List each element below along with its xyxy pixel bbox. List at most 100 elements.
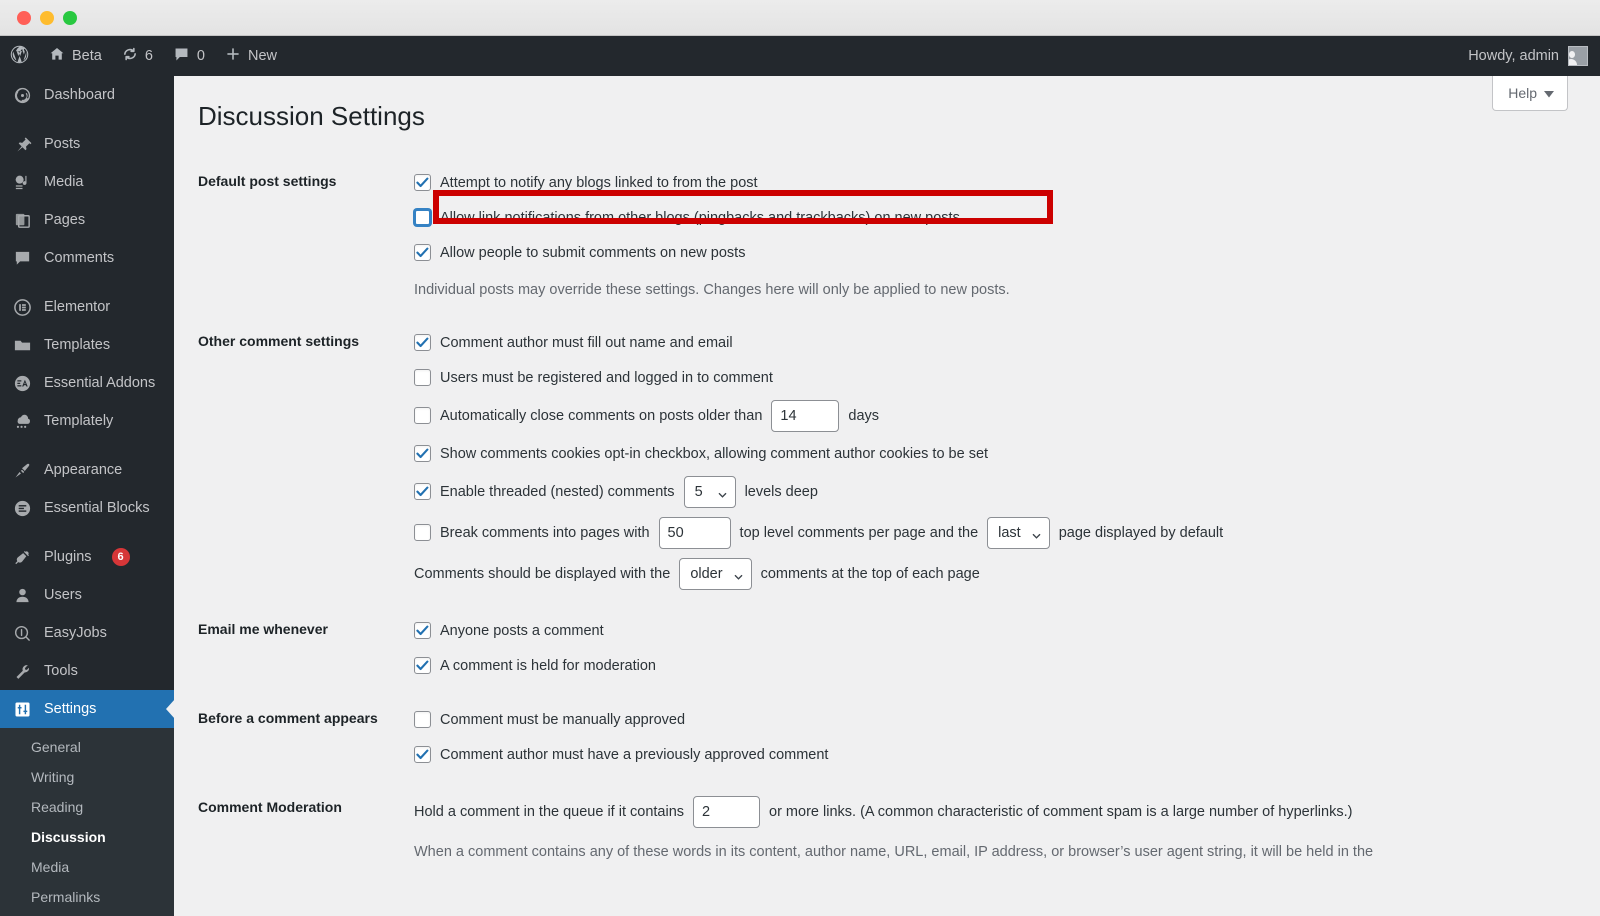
main-content-area: Help Discussion Settings Default post se… bbox=[174, 76, 1600, 916]
require-registration-checkbox[interactable] bbox=[414, 369, 431, 387]
my-account-menu[interactable]: Howdy, admin bbox=[1468, 36, 1600, 76]
default-pingback-checkbox[interactable] bbox=[414, 174, 431, 192]
updates-icon bbox=[122, 46, 138, 66]
option-email-new-comment[interactable]: Anyone posts a comment bbox=[414, 618, 1590, 644]
sidebar-subitem-writing[interactable]: Writing bbox=[0, 762, 174, 792]
sidebar-item-label: Templates bbox=[44, 337, 111, 353]
sidebar-item-pages[interactable]: Pages bbox=[0, 201, 174, 239]
sidebar-item-essential-blocks[interactable]: Essential Blocks bbox=[0, 489, 174, 527]
option-email-moderation[interactable]: A comment is held for moderation bbox=[414, 653, 1590, 679]
comment-order-select[interactable]: older bbox=[679, 557, 752, 590]
sidebar-subitem-general[interactable]: General bbox=[0, 732, 174, 762]
comment-order-suffix-label: comments at the top of each page bbox=[760, 565, 980, 582]
window-zoom-button[interactable] bbox=[63, 10, 77, 25]
row-default-post-settings: Default post settings Attempt to notify … bbox=[174, 156, 1600, 316]
comment-order-value: older bbox=[690, 565, 723, 582]
threaded-comments-checkbox[interactable] bbox=[414, 483, 431, 501]
previously-approved-checkbox[interactable] bbox=[414, 746, 431, 764]
close-comments-checkbox[interactable] bbox=[414, 407, 431, 425]
email-new-comment-checkbox[interactable] bbox=[414, 622, 431, 640]
sidebar-item-tools[interactable]: Tools bbox=[0, 652, 174, 690]
sidebar-item-label: Users bbox=[44, 587, 82, 603]
sidebar-item-label: Elementor bbox=[44, 299, 111, 315]
sidebar-subitem-media[interactable]: Media bbox=[0, 852, 174, 882]
option-threaded-comments[interactable]: Enable threaded (nested) comments 5 leve… bbox=[414, 475, 1590, 508]
updates-count: 6 bbox=[144, 48, 153, 64]
option-close-comments[interactable]: Automatically close comments on posts ol… bbox=[414, 399, 1590, 432]
sidebar-item-users[interactable]: Users bbox=[0, 576, 174, 614]
sidebar-item-elementor[interactable]: Elementor bbox=[0, 288, 174, 326]
window-minimize-button[interactable] bbox=[40, 10, 54, 25]
option-page-comments[interactable]: Break comments into pages with top level… bbox=[414, 516, 1590, 549]
option-label: Anyone posts a comment bbox=[440, 622, 604, 639]
section-heading-before-appears: Before a comment appears bbox=[198, 709, 378, 726]
sidebar-subitem-permalinks[interactable]: Permalinks bbox=[0, 882, 174, 912]
require-name-email-checkbox[interactable] bbox=[414, 334, 431, 352]
sidebar-item-appearance[interactable]: Appearance bbox=[0, 451, 174, 489]
option-previously-approved[interactable]: Comment author must have a previously ap… bbox=[414, 742, 1590, 768]
sidebar-item-comments[interactable]: Comments bbox=[0, 239, 174, 277]
option-comment-order[interactable]: Comments should be displayed with the ol… bbox=[414, 557, 1590, 590]
sidebar-item-label: Settings bbox=[44, 701, 97, 717]
sidebar-item-label: Essential Addons bbox=[44, 375, 156, 391]
section-body-before-appears: Comment must be manually approved Commen… bbox=[414, 693, 1600, 782]
wp-logo-menu[interactable] bbox=[0, 36, 39, 76]
sidebar-item-label: EasyJobs bbox=[44, 625, 107, 641]
option-require-registration[interactable]: Users must be registered and logged in t… bbox=[414, 365, 1590, 391]
row-comment-moderation: Comment Moderation Hold a comment in the… bbox=[174, 782, 1600, 878]
manual-approval-checkbox[interactable] bbox=[414, 711, 431, 729]
sidebar-item-plugins[interactable]: Plugins 6 bbox=[0, 538, 174, 576]
page-comments-checkbox[interactable] bbox=[414, 524, 431, 542]
window-close-button[interactable] bbox=[17, 10, 31, 25]
comments-per-page-input[interactable] bbox=[658, 516, 731, 549]
sidebar-item-label: Appearance bbox=[44, 462, 123, 478]
dashboard-icon bbox=[11, 86, 33, 105]
help-tab-button[interactable]: Help bbox=[1492, 76, 1568, 111]
thread-depth-select[interactable]: 5 bbox=[683, 475, 736, 508]
moderation-links-row[interactable]: Hold a comment in the queue if it contai… bbox=[414, 795, 1590, 828]
sidebar-separator bbox=[0, 114, 174, 125]
site-name-label: Beta bbox=[72, 48, 102, 64]
row-before-comment-appears: Before a comment appears Comment must be… bbox=[174, 693, 1600, 782]
moderation-links-input[interactable] bbox=[693, 795, 761, 828]
option-notify-blogs[interactable]: Attempt to notify any blogs linked to fr… bbox=[414, 170, 1590, 196]
site-name-menu[interactable]: Beta bbox=[39, 36, 112, 76]
section-body-other-comment: Comment author must fill out name and em… bbox=[414, 316, 1600, 604]
sidebar-separator bbox=[0, 527, 174, 538]
hold-comment-suffix-label: or more links. (A common characteristic … bbox=[769, 803, 1353, 820]
sidebar-subitem-discussion[interactable]: Discussion bbox=[0, 822, 174, 852]
option-label: Allow link notifications from other blog… bbox=[440, 209, 960, 226]
default-comments-page-select[interactable]: last bbox=[987, 516, 1050, 549]
easyjobs-icon bbox=[11, 624, 33, 643]
sidebar-item-easyjobs[interactable]: EasyJobs bbox=[0, 614, 174, 652]
thread-depth-value: 5 bbox=[694, 483, 703, 500]
sidebar-item-media[interactable]: Media bbox=[0, 163, 174, 201]
option-show-cookies-optin[interactable]: Show comments cookies opt-in checkbox, a… bbox=[414, 441, 1590, 467]
page-displayed-label: page displayed by default bbox=[1058, 524, 1224, 541]
sidebar-item-settings[interactable]: Settings bbox=[0, 690, 174, 728]
updates-menu[interactable]: 6 bbox=[112, 36, 163, 76]
sidebar-item-essential-addons[interactable]: Essential Addons bbox=[0, 364, 174, 402]
default-comment-status-checkbox[interactable] bbox=[414, 244, 431, 262]
option-allow-pingbacks[interactable]: Allow link notifications from other blog… bbox=[414, 205, 1590, 231]
option-manual-approval[interactable]: Comment must be manually approved bbox=[414, 707, 1590, 733]
sidebar-item-label: Dashboard bbox=[44, 87, 115, 103]
sidebar-item-label: Posts bbox=[44, 136, 81, 152]
sidebar-item-label: Templately bbox=[44, 413, 114, 429]
sidebar-item-templately[interactable]: Templately bbox=[0, 402, 174, 440]
sidebar-item-templates[interactable]: Templates bbox=[0, 326, 174, 364]
sidebar-subitem-reading[interactable]: Reading bbox=[0, 792, 174, 822]
settings-submenu: General Writing Reading Discussion Media… bbox=[0, 728, 174, 916]
email-moderation-checkbox[interactable] bbox=[414, 657, 431, 675]
option-allow-comments[interactable]: Allow people to submit comments on new p… bbox=[414, 240, 1590, 266]
sidebar-item-posts[interactable]: Posts bbox=[0, 125, 174, 163]
essential-blocks-icon bbox=[11, 499, 33, 518]
comments-menu[interactable]: 0 bbox=[163, 36, 215, 76]
default-ping-status-checkbox[interactable] bbox=[414, 209, 431, 227]
close-comments-days-input[interactable] bbox=[771, 399, 840, 432]
option-label: Allow people to submit comments on new p… bbox=[440, 244, 746, 261]
cookies-optin-checkbox[interactable] bbox=[414, 445, 431, 463]
option-require-name-email[interactable]: Comment author must fill out name and em… bbox=[414, 330, 1590, 356]
sidebar-item-dashboard[interactable]: Dashboard bbox=[0, 76, 174, 114]
new-content-menu[interactable]: New bbox=[215, 36, 287, 76]
